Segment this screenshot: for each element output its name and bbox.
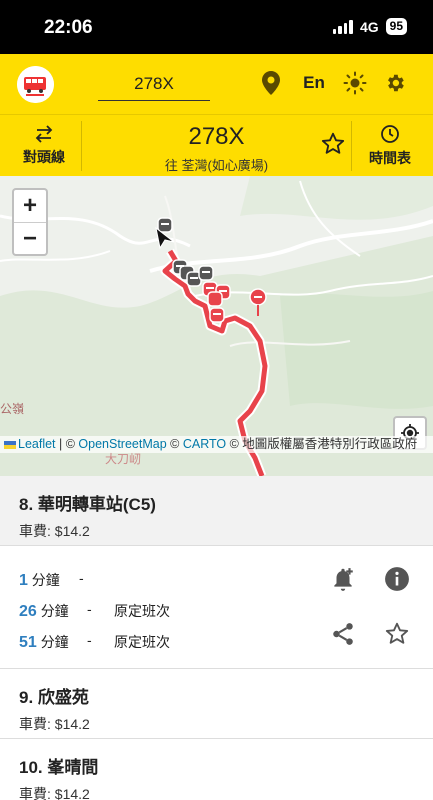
app-logo[interactable] [17, 66, 54, 103]
divider [351, 121, 352, 171]
divider [81, 121, 82, 171]
add-alarm-icon[interactable] [330, 566, 356, 592]
reverse-route-button[interactable]: 對頭線 [14, 115, 74, 177]
ukraine-flag-icon [4, 440, 16, 449]
reverse-route-label: 對頭線 [23, 149, 65, 165]
leaflet-link[interactable]: Leaflet [18, 437, 56, 451]
eta-unit: 分鐘 [31, 572, 60, 588]
brightness-icon[interactable] [342, 70, 368, 96]
stop-markers[interactable] [0, 176, 433, 476]
route-search-input[interactable]: 278X [98, 69, 210, 101]
route-bar: 對頭線 278X 往 荃灣(如心廣場) 時間表 [0, 114, 433, 176]
network-type: 4G [359, 18, 379, 35]
eta-minutes: 1 [19, 572, 28, 589]
eta-minutes: 51 [19, 634, 37, 651]
status-indicators: 4G 95 [332, 18, 407, 35]
favorite-star-icon[interactable] [320, 131, 350, 161]
eta-unit: 分鐘 [40, 634, 69, 650]
eta-panel: 1 分鐘 - 26 分鐘 - 原定班次 51 分鐘 - 原定班次 [0, 546, 433, 669]
eta-remark: 原定班次 [114, 634, 170, 650]
stop-fare: 車費: $14.2 [19, 716, 90, 732]
stop-fare: 車費: $14.2 [19, 523, 90, 539]
eta-row: 26 分鐘 - 原定班次 [19, 601, 170, 620]
swap-arrows-icon [35, 125, 53, 143]
settings-gear-icon[interactable] [382, 70, 408, 96]
carto-link[interactable]: CARTO [183, 437, 226, 451]
gov-attribution: © 地圖版權屬香港特別行政區政府 [226, 437, 418, 451]
share-icon[interactable] [330, 621, 356, 647]
eta-row: 1 分鐘 - [19, 570, 84, 589]
signal-icon [332, 19, 353, 34]
route-destination: 往 荃灣(如心廣場) [164, 158, 269, 173]
eta-remark: 原定班次 [114, 603, 170, 619]
battery-badge: 95 [385, 18, 407, 35]
location-pin-icon[interactable] [258, 70, 284, 96]
stop-name: 10. 峯晴間 [19, 758, 99, 777]
map-attribution: Leaflet | © OpenStreetMap © CARTO © 地圖版權… [0, 436, 433, 453]
stop-item[interactable]: 8. 華明轉車站(C5) 車費: $14.2 [0, 476, 433, 546]
language-toggle[interactable]: En [300, 70, 328, 96]
route-map[interactable]: 公嶺 大刀屻 + − Leaflet | © OpenStreetMap © C… [0, 176, 433, 476]
eta-minutes: 26 [19, 603, 37, 620]
zoom-control: + − [12, 188, 48, 256]
timetable-label: 時間表 [369, 150, 411, 166]
app-header: 278X En [0, 54, 433, 114]
map-place-label: 公嶺 [0, 402, 25, 416]
stop-fare: 車費: $14.2 [19, 786, 90, 800]
stop-name: 9. 欣盛苑 [19, 688, 89, 707]
status-bar: 22:06 4G 95 [0, 0, 433, 54]
zoom-in-button[interactable]: + [14, 190, 46, 222]
stop-item[interactable]: 9. 欣盛苑 車費: $14.2 [0, 669, 433, 739]
stop-name: 8. 華明轉車站(C5) [19, 495, 156, 514]
zoom-out-button[interactable]: − [14, 222, 46, 254]
eta-unit: 分鐘 [40, 603, 69, 619]
stop-item[interactable]: 10. 峯晴間 車費: $14.2 [0, 739, 433, 800]
clock-icon [381, 125, 399, 143]
timetable-button[interactable]: 時間表 [358, 115, 422, 177]
stop-list: 8. 華明轉車站(C5) 車費: $14.2 1 分鐘 - 26 分鐘 - 原定… [0, 476, 433, 800]
eta-row: 51 分鐘 - 原定班次 [19, 632, 170, 651]
info-icon[interactable] [384, 566, 410, 592]
route-number: 278X [188, 123, 245, 150]
status-time: 22:06 [44, 17, 93, 38]
osm-link[interactable]: OpenStreetMap [78, 437, 166, 451]
star-outline-icon[interactable] [384, 621, 410, 647]
